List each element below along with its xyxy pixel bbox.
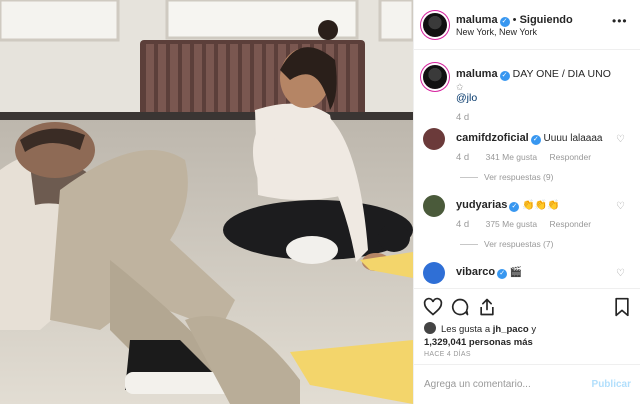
- bookmark-icon[interactable]: [612, 297, 632, 317]
- comment-like-heart-icon[interactable]: ♡: [616, 268, 625, 279]
- post-side-panel: maluma ✓ • Siguiendo New York, New York m…: [413, 0, 640, 404]
- header-line: maluma ✓ • Siguiendo: [456, 14, 573, 27]
- reply-button[interactable]: Responder: [549, 219, 591, 229]
- comment-body: 🎬: [509, 267, 523, 278]
- comments-list[interactable]: maluma ✓ DAY ONE / DIA UNO ✩ @jlo 4 d cam…: [414, 50, 640, 288]
- following-button[interactable]: Siguiendo: [520, 14, 573, 26]
- comment-item: vibarco ✓ 🎬 ♡: [414, 262, 640, 288]
- author-avatar[interactable]: [423, 13, 447, 37]
- posted-time[interactable]: HACE 4 DÍAS: [424, 351, 471, 358]
- comment-item: camifdzoficial ✓ Uuuu lalaaaa ♡ 4 d 341 M…: [414, 128, 640, 198]
- author-username[interactable]: maluma: [456, 14, 498, 26]
- verified-badge-icon: ✓: [530, 135, 541, 145]
- caption-age[interactable]: 4 d: [456, 112, 469, 123]
- comment-like-heart-icon[interactable]: ♡: [616, 134, 625, 145]
- comment-text: yudyarias ✓ 👏👏👏: [456, 199, 560, 212]
- view-replies-button[interactable]: Ver respuestas (9): [484, 172, 553, 182]
- publish-button[interactable]: Publicar: [592, 379, 631, 390]
- share-icon[interactable]: [477, 297, 497, 317]
- likes-conj: y: [531, 324, 537, 335]
- comment-likes[interactable]: 341 Me gusta: [486, 152, 538, 162]
- comment-body: Uuuu lalaaaa: [543, 133, 603, 144]
- likes-summary: Les gusta a jh_paco y 1,329,041 personas…: [424, 322, 536, 349]
- caption-text: maluma ✓ DAY ONE / DIA UNO ✩: [456, 68, 634, 94]
- comment-like-heart-icon[interactable]: ♡: [616, 201, 625, 212]
- comment-username[interactable]: camifdzoficial: [456, 132, 529, 144]
- more-dots-icon[interactable]: •••: [612, 14, 628, 28]
- caption-body: DAY ONE / DIA UNO: [512, 68, 611, 80]
- heart-icon[interactable]: [423, 297, 443, 317]
- comment-text: vibarco ✓ 🎬: [456, 266, 522, 279]
- post-photo[interactable]: [0, 0, 413, 404]
- comment-item: yudyarias ✓ 👏👏👏 ♡ 4 d 375 Me gusta Respon…: [414, 195, 640, 265]
- comment-text: camifdzoficial ✓ Uuuu lalaaaa: [456, 132, 602, 145]
- caption-avatar[interactable]: [423, 65, 447, 89]
- add-comment-bar: Agrega un comentario... Publicar: [414, 364, 640, 404]
- post-actions: Les gusta a jh_paco y 1,329,041 personas…: [414, 288, 640, 370]
- view-replies-button[interactable]: Ver respuestas (7): [484, 239, 553, 249]
- comment-likes[interactable]: 375 Me gusta: [486, 219, 538, 229]
- comment-meta: 4 d 375 Me gusta Responder: [456, 219, 601, 230]
- comment-username[interactable]: vibarco: [456, 266, 495, 278]
- header-separator: •: [512, 14, 517, 26]
- photo-illustration: [0, 0, 413, 404]
- reply-button[interactable]: Responder: [549, 152, 591, 162]
- verified-badge-icon: ✓: [499, 71, 510, 81]
- comment-avatar[interactable]: [423, 262, 445, 284]
- verified-badge-icon: ✓: [497, 269, 508, 279]
- likes-prefix: Les gusta a: [441, 324, 491, 335]
- comment-input[interactable]: Agrega un comentario...: [424, 379, 531, 390]
- caption-username[interactable]: maluma: [456, 68, 498, 80]
- caption-mention[interactable]: @jlo: [456, 92, 477, 104]
- comment-avatar[interactable]: [423, 195, 445, 217]
- verified-badge-icon: ✓: [499, 17, 510, 27]
- verified-badge-icon: ✓: [509, 202, 520, 212]
- post-header: maluma ✓ • Siguiendo New York, New York: [414, 0, 640, 50]
- comment-username[interactable]: yudyarias: [456, 199, 507, 211]
- comment-meta: 4 d 341 Me gusta Responder: [456, 152, 601, 163]
- liker-avatar[interactable]: [424, 322, 436, 334]
- comment-body: 👏👏👏: [522, 200, 560, 211]
- likes-count[interactable]: 1,329,041 personas más: [424, 337, 533, 348]
- comment-age[interactable]: 4 d: [456, 152, 469, 163]
- comment-age[interactable]: 4 d: [456, 219, 469, 230]
- comment-icon[interactable]: [450, 297, 470, 317]
- comment-avatar[interactable]: [423, 128, 445, 150]
- caption-emoji: ✩: [456, 82, 464, 92]
- liker-username[interactable]: jh_paco: [493, 324, 529, 335]
- post-location[interactable]: New York, New York: [456, 27, 537, 37]
